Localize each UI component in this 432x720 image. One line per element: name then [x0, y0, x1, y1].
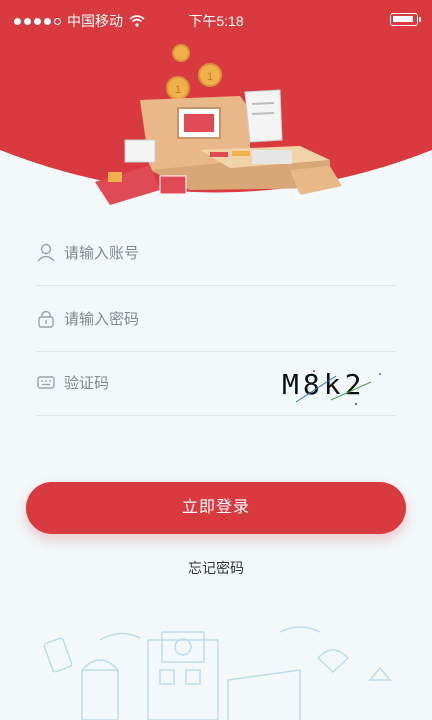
svg-text:1: 1 [175, 84, 181, 96]
battery-icon [390, 13, 421, 26]
clock: 下午5:18 [188, 13, 244, 29]
password-input[interactable]: 请输入密码 [64, 308, 139, 329]
account-input[interactable]: 请输入账号 [64, 242, 139, 263]
forgot-password-link[interactable]: 忘记密码 [0, 558, 432, 578]
lock-icon [38, 310, 54, 328]
user-icon [37, 243, 55, 262]
svg-text:1: 1 [207, 71, 213, 83]
account-field[interactable]: 请输入账号 [36, 222, 396, 286]
captcha-image[interactable]: M8k2 [276, 362, 394, 408]
captcha-field[interactable]: 验证码 M8k2 [36, 352, 396, 416]
keyboard-icon [37, 376, 55, 389]
password-field[interactable]: 请输入密码 [36, 288, 396, 352]
city-skyline-illustration [43, 626, 392, 720]
login-button[interactable]: 立即登录 [26, 482, 406, 534]
status-bar: 中国移动 下午5:18 [0, 0, 432, 40]
captcha-input[interactable]: 验证码 [64, 372, 109, 393]
